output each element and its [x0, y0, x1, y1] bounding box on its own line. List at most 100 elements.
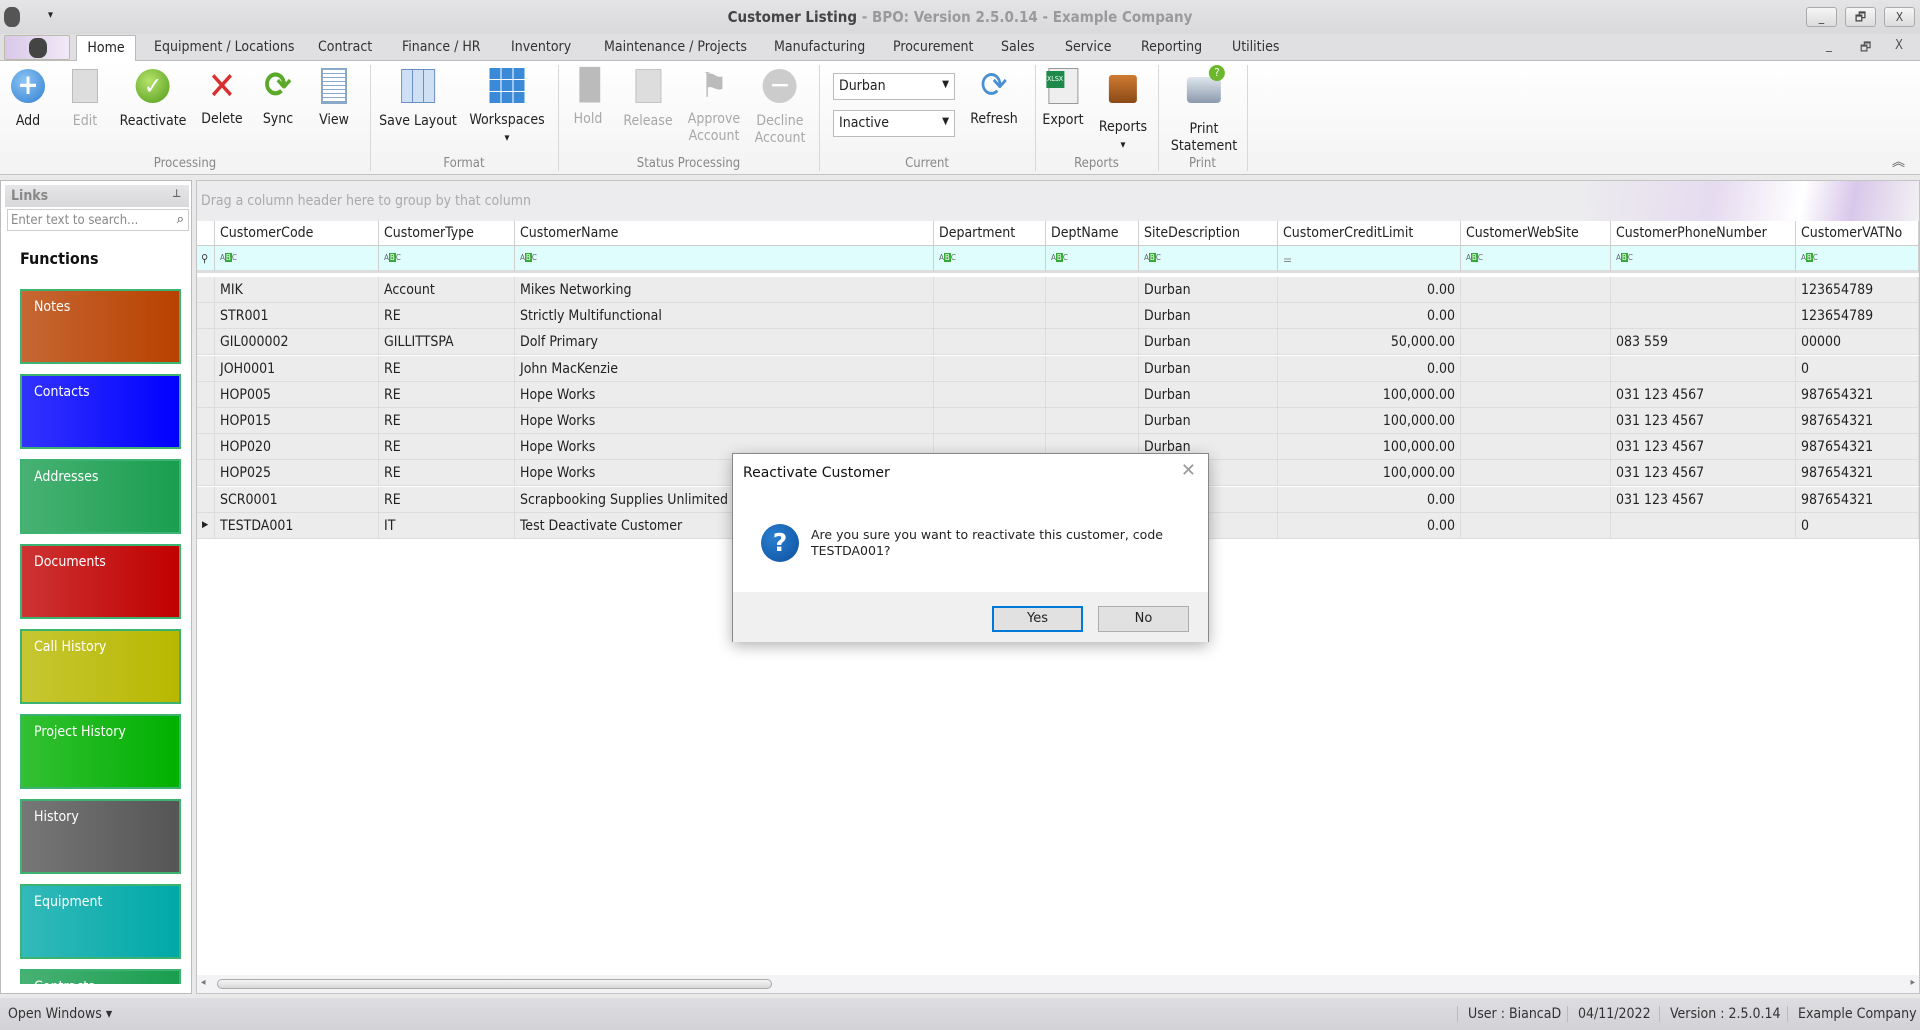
table-row[interactable]: JOH0001 RE John MacKenzie Durban 0.00 0	[197, 355, 1919, 382]
tab-reporting[interactable]: Reporting	[1141, 39, 1202, 55]
edit-button[interactable]: Edit	[66, 67, 104, 130]
group-divider	[1247, 65, 1248, 171]
column-header-deptname[interactable]: DeptName	[1046, 221, 1139, 246]
tile-contacts[interactable]: Contacts	[20, 374, 181, 449]
filter-cell[interactable]: ABC	[515, 246, 934, 273]
table-row[interactable]: STR001 RE Strictly Multifunctional Durban 0.…	[197, 303, 1919, 330]
sync-button[interactable]: ⟳ Sync	[259, 67, 297, 128]
tab-maintenance-projects[interactable]: Maintenance / Projects	[604, 39, 747, 55]
cell-customervatno: 123654789	[1796, 303, 1919, 330]
tile-call-history[interactable]: Call History	[20, 629, 181, 704]
approve-account-button[interactable]: ⚑ Approve Account	[688, 67, 740, 145]
open-windows-button[interactable]: Open Windows ▾	[8, 1006, 112, 1022]
tab-finance-hr[interactable]: Finance / HR	[402, 39, 481, 55]
column-header-customerphonenumber[interactable]: CustomerPhoneNumber	[1611, 221, 1796, 246]
mdi-close-button[interactable]: X	[1895, 38, 1903, 53]
tile-documents[interactable]: Documents	[20, 544, 181, 619]
cell-customerphonenumber: 031 123 4567	[1611, 460, 1796, 487]
close-icon[interactable]: ✕	[1181, 460, 1196, 481]
column-header-customerwebsite[interactable]: CustomerWebSite	[1461, 221, 1611, 246]
cell-customercreditlimit: 100,000.00	[1278, 434, 1461, 461]
tab-equipment-locations[interactable]: Equipment / Locations	[154, 39, 294, 55]
filter-cell[interactable]: ABC	[934, 246, 1046, 273]
table-row[interactable]: GIL000002 GILLITTSPA Dolf Primary Durban 50,…	[197, 329, 1919, 356]
column-header-customervatno[interactable]: CustomerVATNo	[1796, 221, 1919, 246]
tile-history[interactable]: History	[20, 799, 181, 874]
view-button[interactable]: View	[315, 67, 353, 129]
print-statement-button[interactable]: ? Print Statement	[1171, 65, 1237, 155]
mdi-restore-button[interactable]: 🗗	[1860, 38, 1871, 59]
cell-deptname	[1046, 408, 1139, 434]
button-label: Approve Account	[687, 111, 741, 144]
minimize-button[interactable]: _	[1806, 7, 1837, 27]
add-button[interactable]: + Add	[9, 67, 47, 130]
column-header-customercode[interactable]: CustomerCode	[215, 221, 379, 246]
dropdown-arrow-icon: ▾	[1120, 138, 1126, 151]
application-menu-button[interactable]	[4, 35, 70, 60]
tab-service[interactable]: Service	[1065, 39, 1112, 55]
group-label-processing: Processing	[153, 156, 217, 171]
yes-button[interactable]: Yes	[992, 606, 1083, 632]
search-icon[interactable]: ⌕	[177, 212, 184, 227]
column-header-customertype[interactable]: CustomerType	[379, 221, 515, 246]
table-row[interactable]: HOP005 RE Hope Works Durban 100,000.00 031 12…	[197, 381, 1919, 408]
tab-inventory[interactable]: Inventory	[511, 39, 571, 55]
export-button[interactable]: XLSX Export	[1042, 67, 1084, 129]
reactivate-customer-dialog: Reactivate Customer ✕ ? Are you sure you…	[732, 453, 1209, 642]
close-button[interactable]: X	[1884, 7, 1915, 27]
cell-deptname	[1046, 277, 1139, 303]
workspaces-button[interactable]: Workspaces ▾	[469, 67, 545, 146]
cell-customervatno: 987654321	[1796, 460, 1919, 487]
scroll-left-icon[interactable]: ◂	[201, 977, 206, 988]
refresh-button[interactable]: ⟳ Refresh	[970, 67, 1017, 128]
tab-sales[interactable]: Sales	[1001, 39, 1035, 55]
filter-cell[interactable]: ABC	[1139, 246, 1278, 273]
tile-notes[interactable]: Notes	[20, 289, 181, 364]
column-header-sitedescription[interactable]: SiteDescription	[1139, 221, 1278, 246]
tile-project-history[interactable]: Project History	[20, 714, 181, 789]
delete-button[interactable]: ✕ Delete	[201, 67, 242, 128]
scrollbar-thumb[interactable]	[217, 979, 772, 989]
column-header-customername[interactable]: CustomerName	[515, 221, 934, 246]
scroll-right-icon[interactable]: ▸	[1910, 977, 1915, 988]
reports-button[interactable]: Reports ▾	[1099, 67, 1147, 153]
tab-manufacturing[interactable]: Manufacturing	[774, 39, 865, 55]
tile-contracts[interactable]: Contracts	[20, 969, 181, 984]
tab-utilities[interactable]: Utilities	[1232, 39, 1279, 55]
filter-cell[interactable]: ABC	[1611, 246, 1796, 273]
tab-procurement[interactable]: Procurement	[893, 39, 973, 55]
filter-cell[interactable]: ABC	[1796, 246, 1919, 273]
filter-cell[interactable]: ABC	[215, 246, 379, 273]
collapse-ribbon-icon[interactable]: ︽	[1892, 151, 1905, 170]
cell-customercode: HOP005	[215, 381, 379, 408]
tile-addresses[interactable]: Addresses	[20, 459, 181, 534]
links-search-input[interactable]: Enter text to search... ⌕	[7, 209, 189, 231]
site-combo[interactable]: Durban ▼	[833, 73, 955, 100]
cell-customercode: TESTDA001	[215, 512, 379, 539]
cell-customertype: RE	[379, 381, 515, 408]
save-layout-button[interactable]: Save Layout	[379, 67, 457, 130]
group-by-panel[interactable]: Drag a column header here to group by th…	[197, 181, 1919, 221]
tile-equipment[interactable]: Equipment	[20, 884, 181, 959]
reactivate-button[interactable]: ✓ Reactivate	[120, 67, 186, 130]
filter-cell[interactable]: =	[1278, 246, 1461, 273]
column-header-department[interactable]: Department	[934, 221, 1046, 246]
restore-button[interactable]: 🗗	[1845, 7, 1876, 27]
tab-home[interactable]: Home	[76, 35, 136, 62]
filter-cell[interactable]: ABC	[1046, 246, 1139, 273]
release-button[interactable]: Release	[623, 67, 673, 130]
no-button[interactable]: No	[1098, 606, 1189, 632]
horizontal-scrollbar[interactable]: ◂ ▸	[197, 975, 1919, 993]
cell-customercode: STR001	[215, 303, 379, 330]
pin-icon[interactable]: ⊥	[172, 187, 181, 200]
status-combo[interactable]: Inactive ▼	[833, 110, 955, 137]
mdi-minimize-button[interactable]: _	[1826, 38, 1832, 53]
decline-account-button[interactable]: − Decline Account	[755, 67, 806, 147]
filter-cell[interactable]: ABC	[1461, 246, 1611, 273]
filter-cell[interactable]: ABC	[379, 246, 515, 273]
tab-contract[interactable]: Contract	[318, 39, 372, 55]
table-row[interactable]: HOP015 RE Hope Works Durban 100,000.00 031 12…	[197, 408, 1919, 434]
column-header-customercreditlimit[interactable]: CustomerCreditLimit	[1278, 221, 1461, 246]
table-row[interactable]: MIK Account Mikes Networking Durban 0.00 1236…	[197, 277, 1919, 303]
hold-button[interactable]: ▐▌ Hold	[569, 67, 611, 128]
